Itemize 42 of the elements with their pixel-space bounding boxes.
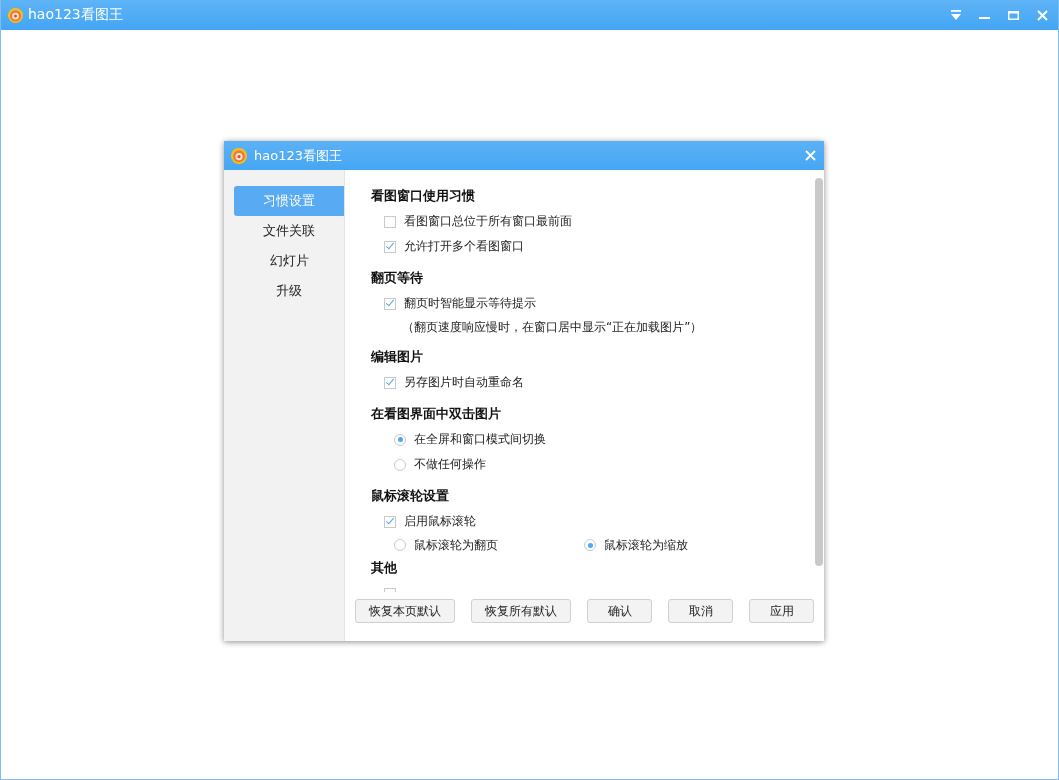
sidebar-item[interactable]: 幻灯片: [234, 246, 344, 276]
section-heading: 翻页等待: [371, 269, 424, 287]
dialog-button[interactable]: 恢复所有默认: [471, 599, 571, 623]
scrollbar-thumb[interactable]: [815, 178, 823, 566]
sidebar-item[interactable]: 升级: [234, 276, 344, 306]
section-heading: 鼠标滚轮设置: [371, 487, 450, 505]
checkbox[interactable]: [384, 376, 396, 389]
radio-button[interactable]: [394, 433, 406, 446]
section-heading: 其他: [371, 559, 398, 577]
radio-button[interactable]: [394, 458, 406, 471]
dialog-title: hao123看图王: [254, 146, 342, 165]
option-label[interactable]: 看图窗口总位于所有窗口最前面: [404, 213, 572, 230]
radio-button[interactable]: [394, 539, 406, 551]
checkbox[interactable]: [384, 215, 396, 228]
checkbox[interactable]: [384, 240, 396, 253]
dialog-button[interactable]: 确认: [587, 599, 652, 623]
option-label[interactable]: 不做任何操作: [414, 456, 486, 473]
sidebar-item[interactable]: 文件关联: [234, 216, 344, 246]
option-label[interactable]: 允许打开多个看图窗口: [404, 238, 524, 255]
dropdown-menu-icon[interactable]: [950, 10, 961, 20]
checkbox[interactable]: [384, 297, 396, 310]
option-label[interactable]: 鼠标滚轮为翻页: [414, 536, 498, 554]
dialog-button[interactable]: 取消: [668, 599, 733, 623]
option-label[interactable]: 启用鼠标滚轮: [404, 513, 476, 530]
close-icon[interactable]: [1037, 9, 1048, 21]
option-label[interactable]: 翻页时智能显示等待提示: [404, 295, 536, 312]
option-label[interactable]: 另存图片时自动重命名: [404, 374, 524, 391]
dialog-button[interactable]: 应用: [749, 599, 814, 623]
logo-icon: [8, 7, 23, 23]
hint-text: （翻页速度响应慢时，在窗口居中显示“正在加载图片”）: [402, 318, 703, 336]
radio-button[interactable]: [584, 539, 596, 551]
close-icon[interactable]: [805, 150, 816, 161]
section-heading: 编辑图片: [371, 348, 424, 366]
option-label[interactable]: 在全屏和窗口模式间切换: [414, 431, 546, 448]
checkbox[interactable]: [384, 515, 396, 528]
option-label[interactable]: 鼠标滚轮为缩放: [604, 536, 688, 554]
section-heading: 看图窗口使用习惯: [371, 187, 476, 205]
logo-icon: [231, 147, 247, 164]
dialog-button[interactable]: 恢复本页默认: [355, 599, 455, 623]
window-title: hao123看图王: [28, 6, 123, 24]
maximize-icon[interactable]: [1008, 10, 1019, 20]
section-heading: 在看图界面中双击图片: [371, 405, 502, 423]
